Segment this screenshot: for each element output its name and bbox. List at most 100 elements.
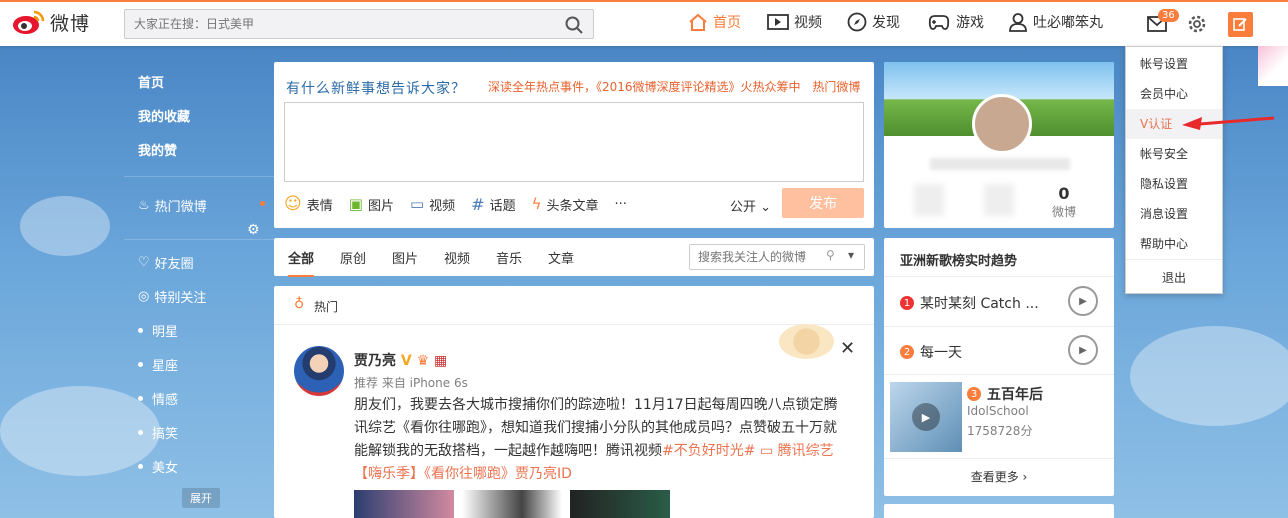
post-decoration [779,324,834,359]
image-tool[interactable]: ▣ 图片 [349,195,394,214]
emoji-tool[interactable]: ☺ 表情 [284,194,333,214]
expand-button[interactable]: 展开 [182,488,220,508]
tab-music[interactable]: 音乐 [496,248,522,267]
play-icon: ▶ [1079,295,1087,307]
rank-badge: 2 [900,345,914,359]
nav-video-label: 视频 [794,15,822,31]
follow-search-box[interactable]: ⚲ ▾ [689,244,865,270]
search-box[interactable] [124,9,594,39]
hot-weibo-link[interactable]: 热门微博 [812,80,860,94]
topic-tool[interactable]: # 话题 [471,195,515,214]
avatar[interactable] [972,94,1032,154]
menu-item-help[interactable]: 帮助中心 [1140,235,1188,252]
badge-icon: ♛ [416,353,430,369]
sidebar-item-likes[interactable]: 我的赞 [138,140,177,159]
bulb-icon: ♁ [294,296,305,312]
menu-item-membership[interactable]: 会员中心 [1140,85,1188,102]
sidebar-item-tag[interactable]: 明星 [138,321,178,340]
artist-name[interactable]: IdolSchool [967,404,1029,418]
song-title[interactable]: 五百年后 [987,384,1043,404]
divider [124,239,274,240]
trend-item[interactable]: 3 五百年后 [967,384,1043,404]
article-tool[interactable]: ϟ 头条文章 [532,195,599,214]
eye-icon: ◎ [138,289,150,304]
sidebar-item-label: 明星 [152,325,179,340]
tool-label: 图片 [367,198,394,214]
trend-item[interactable]: 1 某时某刻 Catch ... [900,293,1039,313]
post-image[interactable] [570,490,670,518]
follow-search-input[interactable] [690,245,820,269]
menu-item-account-settings[interactable]: 帐号设置 [1140,55,1188,72]
composer-hot-topic[interactable]: 深读全年热点事件，《2016微博深度评论精选》火热众筹中 热门微博 [488,78,860,95]
composer-textarea[interactable] [284,102,864,182]
tool-label: 视频 [429,198,456,214]
feed-card: ♁ 热门 ✕ 贾乃亮 V ♛ ▦ 推荐 来自 iPhone 6s 朋友们，我要去… [274,286,874,518]
song-title[interactable]: 每一天 [920,342,962,362]
hash-icon: # [471,194,485,214]
song-score: 1758728分 [967,424,1033,438]
video-tool[interactable]: ▭ 视频 [410,195,455,214]
search-icon[interactable] [565,16,583,34]
corner-decoration [1258,46,1288,86]
sidebar-item-label: 情感 [152,393,179,408]
post-image[interactable] [354,490,454,518]
play-button[interactable]: ▶ [1068,286,1098,316]
publish-button[interactable]: 发布 [782,188,864,218]
settings-icon[interactable]: ⚙ [247,222,260,238]
tab-articles[interactable]: 文章 [548,248,574,267]
play-button[interactable]: ▶ [1068,335,1098,365]
menu-item-privacy[interactable]: 隐私设置 [1140,175,1188,192]
view-more-link[interactable]: 查看更多 › [884,468,1114,485]
sidebar-item-friends[interactable]: ♡ 好友圈 [138,253,194,272]
topic-link[interactable]: #不负好时光# [662,443,755,459]
image-icon: ▣ [348,195,363,213]
trend-title: 亚洲新歌榜实时趋势 [900,254,1018,269]
sidebar-item-tag[interactable]: 星座 [138,355,178,374]
blurred-stat [914,184,944,216]
tab-images[interactable]: 图片 [392,248,418,267]
trend-item[interactable]: 2 每一天 [900,342,962,362]
play-icon: ▶ [912,403,940,431]
tab-videos[interactable]: 视频 [444,248,470,267]
tab-original[interactable]: 原创 [340,248,366,267]
stat-posts[interactable]: 0 微博 [1034,184,1094,220]
avatar[interactable] [294,346,344,396]
search-input[interactable] [125,10,545,38]
menu-item-account-security[interactable]: 帐号安全 [1140,145,1188,162]
post-username[interactable]: 贾乃亮 V ♛ ▦ [354,350,447,370]
chevron-down-icon[interactable]: ▾ [848,248,854,262]
feed-tabs: 全部 原创 图片 视频 音乐 文章 ⚲ ▾ [274,238,874,277]
sidebar-item-tag[interactable]: 情感 [138,389,178,408]
nav-games[interactable]: 游戏 [927,12,984,32]
close-icon[interactable]: ✕ [840,338,855,359]
album-cover[interactable]: ▶ [890,382,962,452]
tab-all[interactable]: 全部 [288,248,315,277]
divider [1126,259,1222,260]
compose-button[interactable] [1228,12,1253,37]
post-image[interactable] [462,490,562,518]
sidebar-item-home[interactable]: 首页 [138,72,164,91]
search-icon[interactable]: ⚲ [826,248,835,262]
video-link-icon: ▭ [759,443,774,459]
menu-item-logout[interactable]: 退出 [1162,269,1186,286]
visibility-select[interactable]: 公开 ⌄ [730,196,771,215]
sidebar-item-favorites[interactable]: 我的收藏 [138,106,190,125]
nav-home[interactable]: 首页 [688,12,741,32]
song-title[interactable]: 某时某刻 Catch ... [920,293,1039,313]
sidebar-item-tag[interactable]: 搞笑 [138,423,178,442]
sidebar-item-tag[interactable]: 美女 [138,457,178,476]
more-tool[interactable]: ··· [615,197,627,212]
nav-discover[interactable]: 发现 [847,12,900,32]
nav-user[interactable]: 吐必嘟笨丸 [1008,12,1103,32]
sidebar-item-label: 我的赞 [138,144,178,159]
tool-label: 头条文章 [546,198,599,214]
nav-video[interactable]: 视频 [767,12,822,32]
username-text[interactable]: 贾乃亮 [354,353,396,369]
menu-item-messages[interactable]: 消息设置 [1140,205,1188,222]
sidebar-item-label: 搞笑 [152,427,179,442]
sidebar-item-special[interactable]: ◎ 特别关注 [138,287,206,306]
hot-topic-text[interactable]: 深读全年热点事件，《2016微博深度评论精选》火热众筹中 [488,80,801,94]
gear-icon[interactable] [1187,14,1207,34]
weibo-logo[interactable]: 微博 [12,8,90,36]
sidebar-item-hot[interactable]: ♨ 热门微博 [138,196,207,215]
